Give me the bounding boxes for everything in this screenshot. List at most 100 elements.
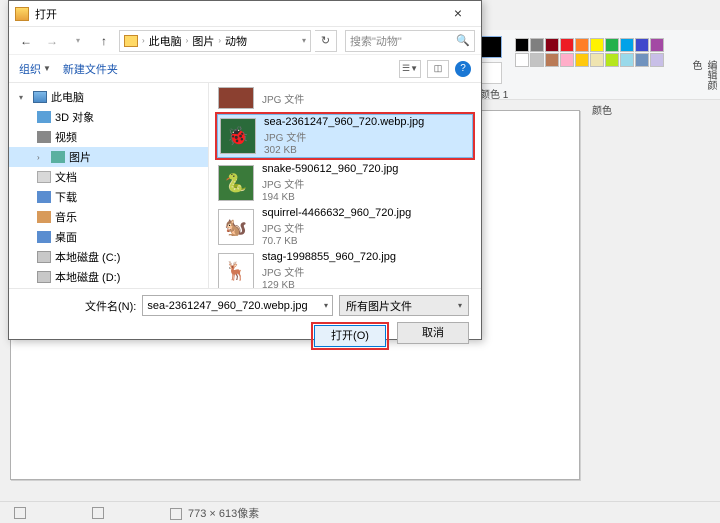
filename-input[interactable]: sea-2361247_960_720.webp.jpg▾ — [142, 295, 333, 316]
tree-drive-c[interactable]: 本地磁盘 (C:) — [9, 247, 208, 267]
file-type: JPG 文件 — [262, 176, 398, 191]
dialog-nav-bar: ← → ▾ ↑ › 此电脑 › 图片 › 动物 ▾ ↻ 搜索"动物" 🔍 — [9, 27, 481, 55]
color2-swatch[interactable] — [480, 62, 502, 84]
file-item[interactable]: 🐞 sea-2361247_960_720.webp.jpg JPG 文件 30… — [217, 114, 473, 158]
filename-label: 文件名(N): — [85, 298, 136, 314]
color-swatch[interactable] — [590, 53, 604, 67]
color-swatch[interactable] — [530, 53, 544, 67]
file-type: JPG 文件 — [262, 220, 411, 235]
cancel-button[interactable]: 取消 — [397, 322, 469, 344]
forward-button: → — [41, 30, 63, 52]
new-folder-button[interactable]: 新建文件夹 — [63, 61, 118, 77]
thumbnail: 🐍 — [218, 165, 254, 201]
color-swatch[interactable] — [635, 38, 649, 52]
close-button[interactable]: × — [441, 4, 475, 24]
search-input[interactable]: 搜索"动物" 🔍 — [345, 30, 475, 52]
tree-this-pc[interactable]: ▾此电脑 — [9, 87, 208, 107]
file-size: 129 KB — [262, 280, 396, 288]
ribbon-colors-group: 颜色 1 编辑颜色 — [480, 30, 720, 100]
file-type: JPG 文件 — [262, 91, 304, 106]
color-palette — [515, 38, 664, 67]
filetype-filter[interactable]: 所有图片文件▾ — [339, 295, 469, 316]
colors-group-label: 颜色 — [592, 102, 612, 117]
file-name: sea-2361247_960_720.webp.jpg — [264, 116, 424, 128]
status-cursor — [14, 506, 32, 518]
color-swatch[interactable] — [590, 38, 604, 52]
file-item[interactable]: JPG 文件 — [215, 85, 475, 111]
recent-dropdown[interactable]: ▾ — [67, 30, 89, 52]
color-swatch[interactable] — [575, 53, 589, 67]
preview-pane-button[interactable]: ◫ — [427, 60, 449, 78]
color-swatch[interactable] — [575, 38, 589, 52]
view-mode-button[interactable]: ☰▼ — [399, 60, 421, 78]
tree-3d[interactable]: 3D 对象 — [9, 107, 208, 127]
dialog-title: 打开 — [35, 6, 441, 22]
crumb-root[interactable]: 此电脑 — [149, 33, 182, 49]
color-swatch[interactable] — [635, 53, 649, 67]
color-swatch[interactable] — [605, 53, 619, 67]
tree-drive-e[interactable]: project (E:) — [9, 287, 208, 288]
tree-pictures[interactable]: ›图片 — [9, 147, 208, 167]
tree-desktop[interactable]: 桌面 — [9, 227, 208, 247]
refresh-button[interactable]: ↻ — [315, 30, 337, 52]
organize-menu[interactable]: 组织▼ — [19, 61, 51, 77]
file-name: snake-590612_960_720.jpg — [262, 163, 398, 175]
dialog-titlebar: 打开 × — [9, 1, 481, 27]
breadcrumb[interactable]: › 此电脑 › 图片 › 动物 ▾ — [119, 30, 311, 52]
nav-tree[interactable]: ▾此电脑 3D 对象 视频 ›图片 文档 下载 音乐 桌面 本地磁盘 (C:) … — [9, 83, 209, 288]
file-list[interactable]: JPG 文件 🐞 sea-2361247_960_720.webp.jpg JP… — [209, 83, 481, 288]
thumbnail: 🐿️ — [218, 209, 254, 245]
color-swatch[interactable] — [530, 38, 544, 52]
color1-label: 颜色 1 — [480, 86, 508, 101]
back-button[interactable]: ← — [15, 30, 37, 52]
file-item[interactable]: 🐍 snake-590612_960_720.jpg JPG 文件 194 KB — [215, 161, 475, 205]
tree-video[interactable]: 视频 — [9, 127, 208, 147]
color1-swatch[interactable] — [480, 36, 502, 58]
color-swatch[interactable] — [515, 53, 529, 67]
status-dimensions: 773 × 613像素 — [170, 505, 259, 521]
thumbnail: 🐞 — [220, 118, 256, 154]
crumb-mid[interactable]: 图片 — [192, 33, 214, 49]
file-item[interactable]: 🦌 stag-1998855_960_720.jpg JPG 文件 129 KB — [215, 249, 475, 288]
file-size: 302 KB — [264, 145, 424, 156]
open-file-dialog: 打开 × ← → ▾ ↑ › 此电脑 › 图片 › 动物 ▾ ↻ 搜索"动物" … — [8, 0, 482, 340]
chevron-down-icon[interactable]: ▾ — [302, 36, 306, 45]
color-swatch[interactable] — [620, 53, 634, 67]
up-button[interactable]: ↑ — [93, 30, 115, 52]
color-swatch[interactable] — [605, 38, 619, 52]
thumbnail — [218, 87, 254, 109]
file-size: 194 KB — [262, 192, 398, 203]
file-item[interactable]: 🐿️ squirrel-4466632_960_720.jpg JPG 文件 7… — [215, 205, 475, 249]
color-swatch[interactable] — [515, 38, 529, 52]
dialog-icon — [15, 7, 29, 21]
highlight-annotation: 🐞 sea-2361247_960_720.webp.jpg JPG 文件 30… — [215, 112, 475, 160]
crumb-leaf[interactable]: 动物 — [225, 33, 247, 49]
open-button[interactable]: 打开(O) — [314, 325, 386, 347]
tree-music[interactable]: 音乐 — [9, 207, 208, 227]
highlight-annotation: 打开(O) — [311, 322, 389, 350]
tree-downloads[interactable]: 下载 — [9, 187, 208, 207]
color-swatch[interactable] — [560, 53, 574, 67]
help-button[interactable]: ? — [455, 61, 471, 77]
file-size: 70.7 KB — [262, 236, 411, 247]
tree-docs[interactable]: 文档 — [9, 167, 208, 187]
color-swatch[interactable] — [545, 53, 559, 67]
file-type: JPG 文件 — [262, 264, 396, 279]
chevron-icon: › — [142, 36, 145, 45]
dialog-body: ▾此电脑 3D 对象 视频 ›图片 文档 下载 音乐 桌面 本地磁盘 (C:) … — [9, 83, 481, 288]
color-swatch[interactable] — [650, 38, 664, 52]
color-swatch[interactable] — [650, 53, 664, 67]
search-placeholder: 搜索"动物" — [350, 33, 402, 49]
folder-icon — [124, 35, 138, 47]
tree-drive-d[interactable]: 本地磁盘 (D:) — [9, 267, 208, 287]
color-swatch[interactable] — [620, 38, 634, 52]
color-swatch[interactable] — [560, 38, 574, 52]
chevron-down-icon[interactable]: ▾ — [324, 301, 328, 310]
chevron-icon: › — [186, 36, 189, 45]
status-bar: 773 × 613像素 — [0, 501, 720, 523]
color-swatch[interactable] — [545, 38, 559, 52]
edit-colors-button[interactable]: 编辑颜色 — [688, 60, 718, 99]
dialog-toolbar: 组织▼ 新建文件夹 ☰▼ ◫ ? — [9, 55, 481, 83]
chevron-icon: › — [218, 36, 221, 45]
thumbnail: 🦌 — [218, 253, 254, 288]
